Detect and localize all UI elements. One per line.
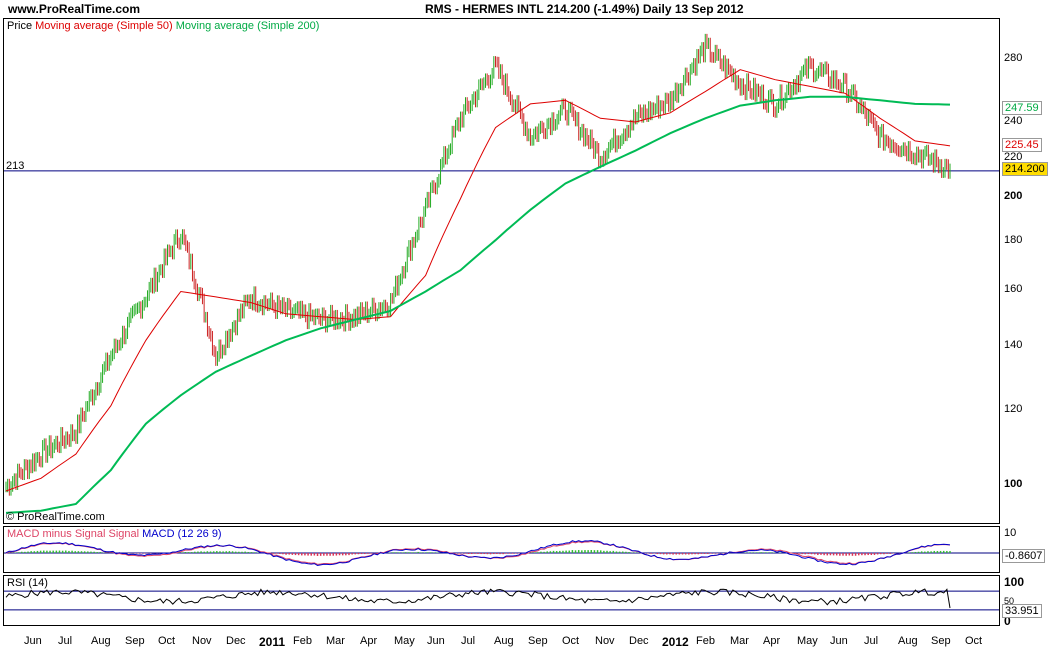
y-tick-160: 160 — [1004, 283, 1023, 295]
value-price: 214.200 — [1002, 162, 1048, 176]
rsi-y-tick-100: 100 — [1004, 575, 1025, 589]
x-tick-label: Dec — [226, 635, 246, 647]
x-tick-label: Jul — [461, 635, 476, 647]
x-tick-label: Oct — [562, 635, 580, 647]
value-rsi: 33.951 — [1002, 604, 1042, 618]
y-tick-180: 180 — [1004, 234, 1023, 246]
y-tick-240: 240 — [1004, 115, 1023, 127]
hline-label: 213 — [6, 160, 25, 172]
x-tick-label: May — [394, 635, 415, 647]
chart-canvas — [4, 33, 999, 611]
value-sma200: 247.59 — [1002, 101, 1042, 115]
x-tick-label: Apr — [360, 635, 378, 647]
y-tick-120: 120 — [1004, 403, 1023, 415]
x-tick-label: Aug — [898, 635, 918, 647]
x-tick-label: Oct — [965, 635, 983, 647]
value-sma50: 225.45 — [1002, 138, 1042, 152]
x-tick-label: Jun — [427, 635, 445, 647]
x-tick-label: Feb — [293, 635, 312, 647]
rsi-line — [5, 588, 951, 609]
x-tick-label: 2012 — [662, 635, 689, 649]
y-tick-200: 200 — [1004, 190, 1023, 202]
x-tick-label: Feb — [696, 635, 715, 647]
value-macd: -0.8607 — [1002, 549, 1046, 563]
x-tick-label: Oct — [158, 635, 176, 647]
x-tick-label: Jul — [58, 635, 73, 647]
x-tick-label: Mar — [730, 635, 749, 647]
x-tick-label: Nov — [192, 635, 212, 647]
x-tick-label: Sep — [125, 635, 145, 647]
x-tick-label: Sep — [931, 635, 951, 647]
x-tick-label: Aug — [494, 635, 514, 647]
x-tick-label: Jul — [864, 635, 879, 647]
x-tick-label: Apr — [763, 635, 781, 647]
watermark: © ProRealTime.com — [6, 511, 105, 523]
x-tick-label: May — [797, 635, 818, 647]
x-tick-label: Mar — [326, 635, 345, 647]
x-tick-label: Dec — [629, 635, 649, 647]
y-tick-100: 100 — [1004, 478, 1023, 490]
y-tick-140: 140 — [1004, 339, 1023, 351]
x-tick-label: Jun — [24, 635, 42, 647]
x-tick-label: 2011 — [259, 635, 286, 649]
x-tick-label: Aug — [91, 635, 111, 647]
y-tick-280: 280 — [1004, 52, 1023, 64]
x-tick-label: Sep — [528, 635, 548, 647]
x-tick-label: Jun — [830, 635, 848, 647]
macd-y-tick-10: 10 — [1004, 527, 1017, 539]
sma50-line — [5, 69, 951, 492]
x-tick-label: Nov — [595, 635, 615, 647]
